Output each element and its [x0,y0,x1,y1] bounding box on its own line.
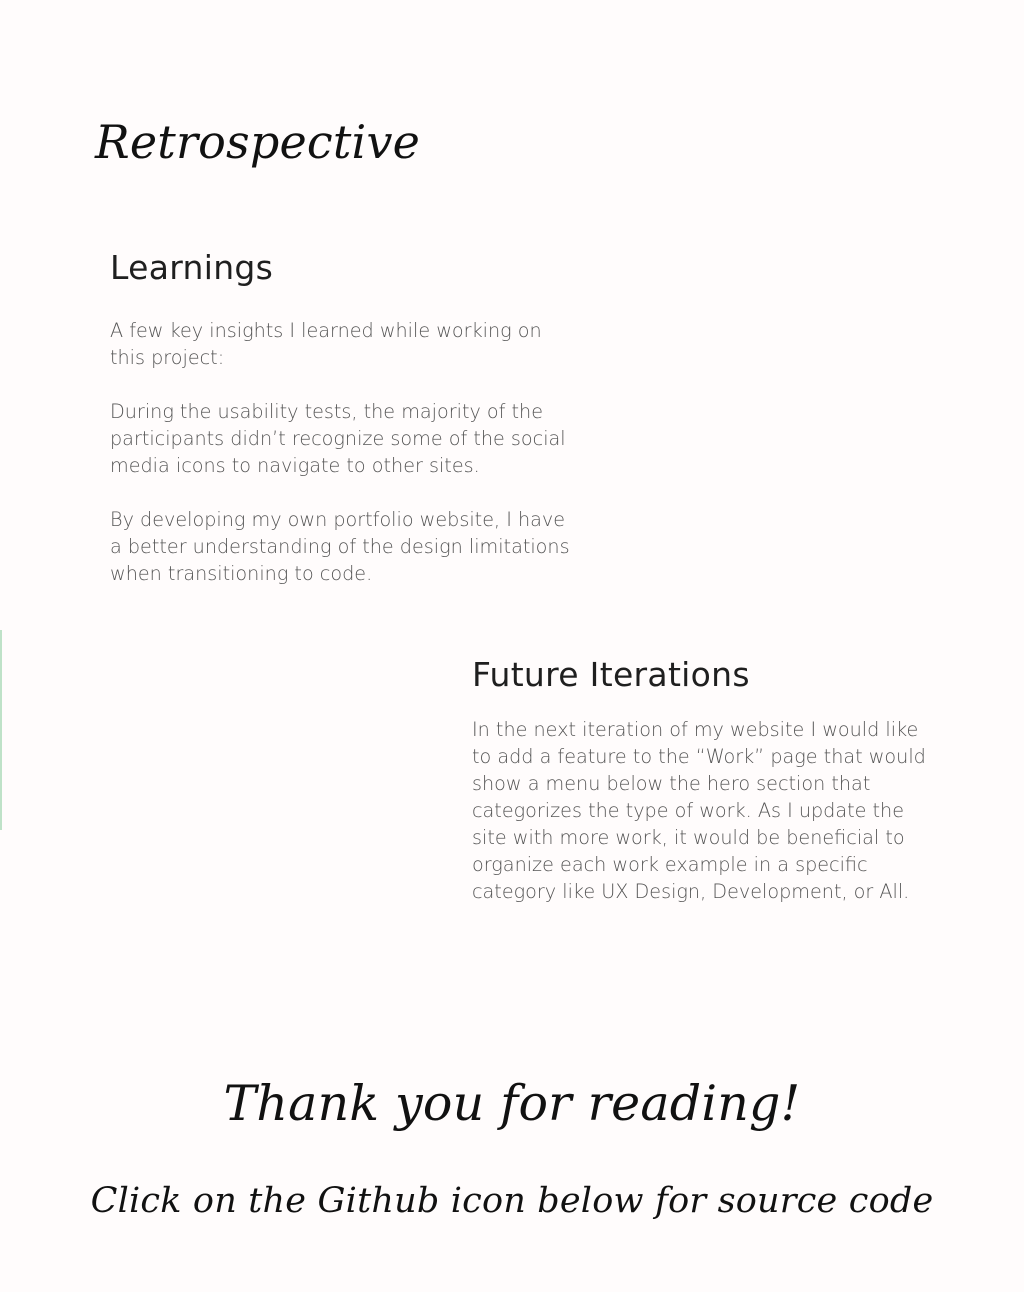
learnings-section: Learnings A few key insights I learned w… [110,248,580,587]
learnings-paragraph: During the usability tests, the majority… [110,400,566,477]
learnings-heading: Learnings [110,248,274,287]
thank-you-heading: Thank you for reading! [223,1075,801,1132]
future-iterations-section: Future Iterations In the next iteration … [472,655,942,905]
accent-divider [0,630,2,830]
learnings-paragraph: A few key insights I learned while worki… [110,319,542,369]
future-iterations-heading: Future Iterations [472,655,750,694]
future-iterations-paragraph: In the next iteration of my website I wo… [472,718,926,903]
page-title: Retrospective [95,115,421,169]
learnings-paragraph: By developing my own portfolio website, … [110,508,570,585]
github-cta-text: Click on the Github icon below for sourc… [90,1181,934,1221]
